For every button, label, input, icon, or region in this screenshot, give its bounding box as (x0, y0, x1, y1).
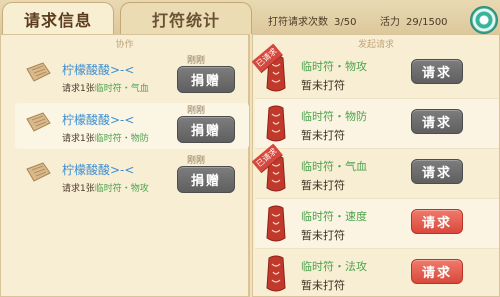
initiate-request-panel: 发起请求 已请求 临时符・物攻 暂未打符 请求 临时符・物防 暂未打符 请求 已… (251, 34, 500, 297)
scroll-icon (26, 162, 51, 182)
talisman-icon (266, 255, 286, 292)
request-button[interactable]: 请求 (411, 159, 463, 184)
request-count-stat: 打符请求次数 3/50 (268, 13, 356, 28)
time-label: 刚刚 (187, 106, 206, 116)
request-button[interactable]: 请求 (411, 209, 463, 234)
request-row: 临时符・速度 暂未打符 请求 (255, 199, 499, 249)
request-count-value: 3/50 (334, 17, 357, 28)
talisman-status: 暂未打符 (301, 229, 345, 242)
talisman-type: 临时符・速度 (301, 210, 367, 223)
request-prefix: 请求1张 (62, 134, 95, 144)
vitality-stat: 活力 29/1500 (380, 13, 448, 28)
collaboration-header: 协作 (115, 40, 134, 50)
talisman-type: 临时符・气血 (301, 160, 367, 173)
request-item: 临时符・气血 (94, 84, 149, 94)
request-detail: 请求1张临时符・物防 (62, 131, 149, 144)
request-count-label: 打符请求次数 (268, 17, 328, 28)
request-detail: 请求1张临时符・物攻 (62, 181, 149, 194)
vitality-value: 29/1500 (406, 17, 448, 28)
talisman-icon (266, 205, 286, 242)
request-row: 临时符・法攻 暂未打符 请求 (255, 249, 499, 297)
donate-button[interactable]: 捐赠 (177, 66, 235, 93)
request-button[interactable]: 请求 (411, 109, 463, 134)
talisman-type: 临时符・物攻 (301, 60, 367, 73)
collab-row: 柠檬酸酸>-< 请求1张临时符・物攻 刚刚 捐赠 (15, 153, 249, 199)
talisman-type: 临时符・物防 (301, 110, 367, 123)
collab-row: 柠檬酸酸>-< 请求1张临时符・物防 刚刚 捐赠 (15, 103, 249, 149)
collaboration-panel: 协作 柠檬酸酸>-< 请求1张临时符・气血 刚刚 捐赠 柠檬酸酸>-< 请求1张… (0, 34, 250, 297)
time-label: 刚刚 (187, 56, 206, 66)
time-label: 刚刚 (187, 156, 206, 166)
talisman-icon (266, 105, 286, 142)
tab-request-info[interactable]: 请求信息 (2, 2, 114, 34)
talisman-status: 暂未打符 (301, 79, 345, 92)
compass-icon[interactable] (470, 6, 498, 34)
request-item: 临时符・物防 (94, 134, 149, 144)
tab-talisman-stats[interactable]: 打符统计 (120, 2, 252, 34)
request-detail: 请求1张临时符・气血 (62, 81, 149, 94)
requester-name[interactable]: 柠檬酸酸>-< (62, 161, 134, 178)
requester-name[interactable]: 柠檬酸酸>-< (62, 61, 134, 78)
collab-row: 柠檬酸酸>-< 请求1张临时符・气血 刚刚 捐赠 (15, 53, 249, 99)
talisman-type: 临时符・法攻 (301, 260, 367, 273)
request-button[interactable]: 请求 (411, 59, 463, 84)
scroll-icon (26, 112, 51, 132)
request-row: 已请求 临时符・气血 暂未打符 请求 (251, 143, 499, 199)
donate-button[interactable]: 捐赠 (177, 166, 235, 193)
request-button[interactable]: 请求 (411, 259, 463, 284)
request-item: 临时符・物攻 (94, 184, 149, 194)
donate-button[interactable]: 捐赠 (177, 116, 235, 143)
talisman-status: 暂未打符 (301, 129, 345, 142)
request-prefix: 请求1张 (62, 184, 95, 194)
vitality-label: 活力 (380, 17, 400, 28)
requester-name[interactable]: 柠檬酸酸>-< (62, 111, 134, 128)
request-row: 已请求 临时符・物攻 暂未打符 请求 (251, 43, 499, 99)
talisman-status: 暂未打符 (301, 279, 345, 292)
request-row: 临时符・物防 暂未打符 请求 (255, 99, 499, 149)
scroll-icon (26, 62, 51, 82)
request-prefix: 请求1张 (62, 84, 95, 94)
top-bar: 请求信息 打符统计 打符请求次数 3/50 活力 29/1500 (0, 0, 500, 34)
talisman-status: 暂未打符 (301, 179, 345, 192)
